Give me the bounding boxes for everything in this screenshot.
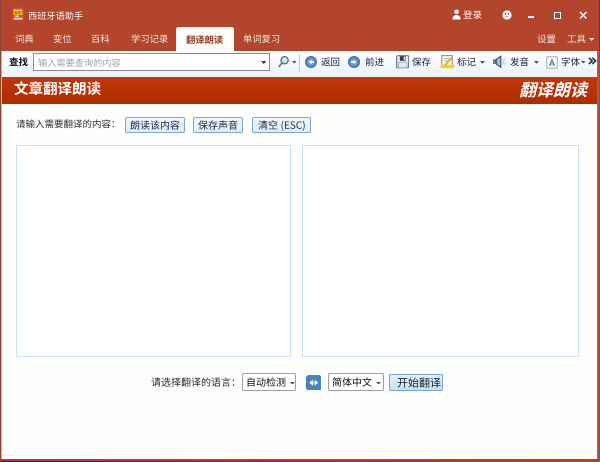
svg-text:A: A	[548, 57, 555, 67]
